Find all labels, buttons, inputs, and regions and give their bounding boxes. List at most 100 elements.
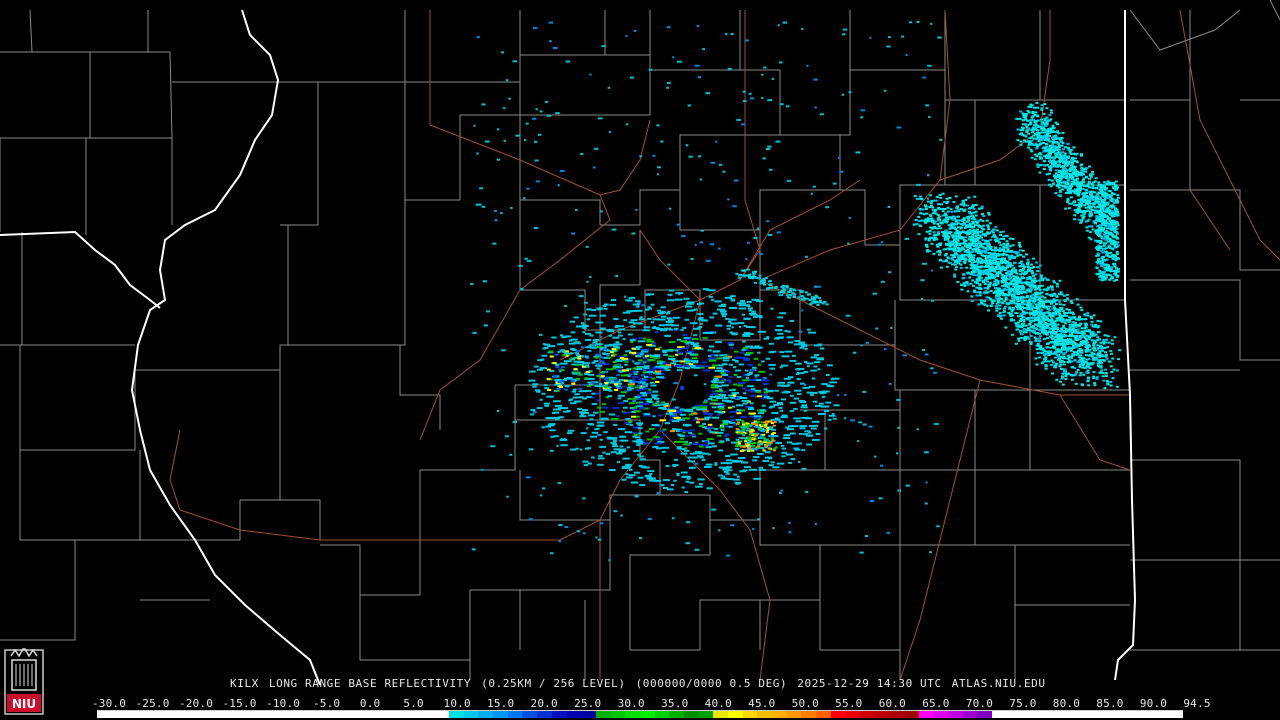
echo-pixel — [795, 373, 800, 375]
echo-pixel — [486, 310, 490, 313]
echo-pixel — [613, 440, 617, 443]
echo-pixel — [683, 336, 690, 339]
echo-pixel — [759, 253, 763, 255]
echo-pixel — [578, 387, 583, 390]
echo-pixel — [597, 457, 605, 460]
echo-pixel — [1000, 262, 1004, 265]
echo-pixel — [606, 354, 611, 357]
echo-pixel — [1036, 324, 1040, 327]
echo-pixel — [1052, 352, 1056, 355]
echo-pixel — [865, 341, 869, 344]
echo-pixel — [963, 282, 967, 285]
echo-pixel — [633, 406, 638, 409]
echo-pixel — [970, 295, 974, 298]
echo-pixel — [1072, 328, 1076, 331]
echo-pixel — [828, 414, 836, 417]
echo-pixel — [684, 318, 690, 321]
echo-pixel — [600, 360, 605, 363]
echo-pixel — [683, 297, 690, 300]
echo-pixel — [1103, 346, 1107, 349]
echo-pixel — [564, 335, 572, 338]
echo-pixel — [774, 435, 778, 437]
echo-pixel — [964, 239, 968, 242]
echo-pixel — [780, 444, 785, 447]
echo-pixel — [1010, 287, 1014, 290]
echo-pixel — [600, 375, 605, 378]
echo-pixel — [999, 231, 1003, 234]
echo-pixel — [1058, 279, 1062, 282]
echo-pixel — [700, 229, 704, 232]
echo-pixel — [599, 383, 603, 385]
echo-pixel — [533, 227, 539, 229]
echo-pixel — [729, 389, 736, 392]
echo-pixel — [938, 251, 942, 254]
echo-pixel — [570, 448, 577, 451]
echo-pixel — [658, 346, 662, 349]
echo-pixel — [1040, 295, 1044, 298]
echo-pixel — [946, 210, 950, 213]
echo-pixel — [786, 179, 792, 182]
echo-pixel — [1004, 234, 1008, 237]
echo-pixel — [701, 459, 706, 461]
echo-pixel — [666, 364, 672, 367]
echo-pixel — [581, 322, 585, 325]
echo-pixel — [736, 302, 742, 305]
echo-pixel — [1109, 349, 1113, 352]
echo-pixel — [745, 376, 750, 379]
echo-pixel — [657, 309, 662, 312]
echo-pixel — [614, 380, 618, 383]
echo-pixel — [712, 364, 717, 367]
echo-pixel — [718, 305, 726, 308]
echo-pixel — [674, 298, 683, 301]
echo-pixel — [664, 422, 671, 425]
echo-pixel — [778, 294, 784, 297]
echo-pixel — [1036, 351, 1040, 354]
echo-pixel — [576, 377, 580, 380]
echo-pixel — [681, 486, 685, 489]
echo-pixel — [557, 184, 560, 187]
echo-pixel — [1092, 332, 1096, 335]
echo-pixel — [1020, 326, 1024, 329]
echo-pixel — [825, 303, 829, 306]
echo-pixel — [1061, 383, 1065, 386]
echo-pixel — [737, 432, 741, 435]
echo-pixel — [1055, 328, 1059, 330]
echo-pixel — [500, 212, 503, 215]
echo-pixel — [821, 390, 830, 393]
echo-pixel — [1029, 334, 1033, 337]
echo-pixel — [967, 271, 970, 274]
echo-pixel — [1038, 345, 1042, 348]
echo-pixel — [1079, 371, 1083, 374]
echo-pixel — [984, 249, 988, 252]
echo-pixel — [968, 276, 972, 279]
echo-pixel — [937, 225, 941, 227]
echo-pixel — [649, 473, 653, 475]
echo-pixel — [1027, 268, 1030, 271]
echo-pixel — [814, 294, 818, 297]
echo-pixel — [720, 429, 725, 432]
echo-pixel — [948, 262, 952, 264]
echo-pixel — [506, 495, 509, 498]
echo-pixel — [787, 376, 794, 379]
echo-pixel — [1053, 346, 1057, 349]
echo-pixel — [994, 305, 998, 308]
echo-pixel — [974, 268, 978, 270]
echo-pixel — [707, 423, 713, 426]
echo-pixel — [789, 432, 796, 435]
echo-pixel — [625, 417, 631, 420]
echo-pixel — [814, 106, 817, 109]
echo-pixel — [624, 360, 629, 363]
echo-pixel — [933, 371, 937, 374]
echo-pixel — [681, 340, 687, 343]
echo-pixel — [1059, 330, 1063, 333]
echo-pixel — [981, 245, 985, 248]
echo-pixel — [725, 455, 731, 457]
echo-pixel — [476, 36, 480, 39]
echo-pixel — [779, 492, 782, 494]
echo-pixel — [711, 445, 717, 448]
echo-pixel — [941, 208, 945, 210]
echo-pixel — [860, 116, 864, 119]
echo-pixel — [748, 307, 754, 310]
echo-pixel — [1004, 326, 1008, 329]
echo-pixel — [1093, 349, 1097, 352]
